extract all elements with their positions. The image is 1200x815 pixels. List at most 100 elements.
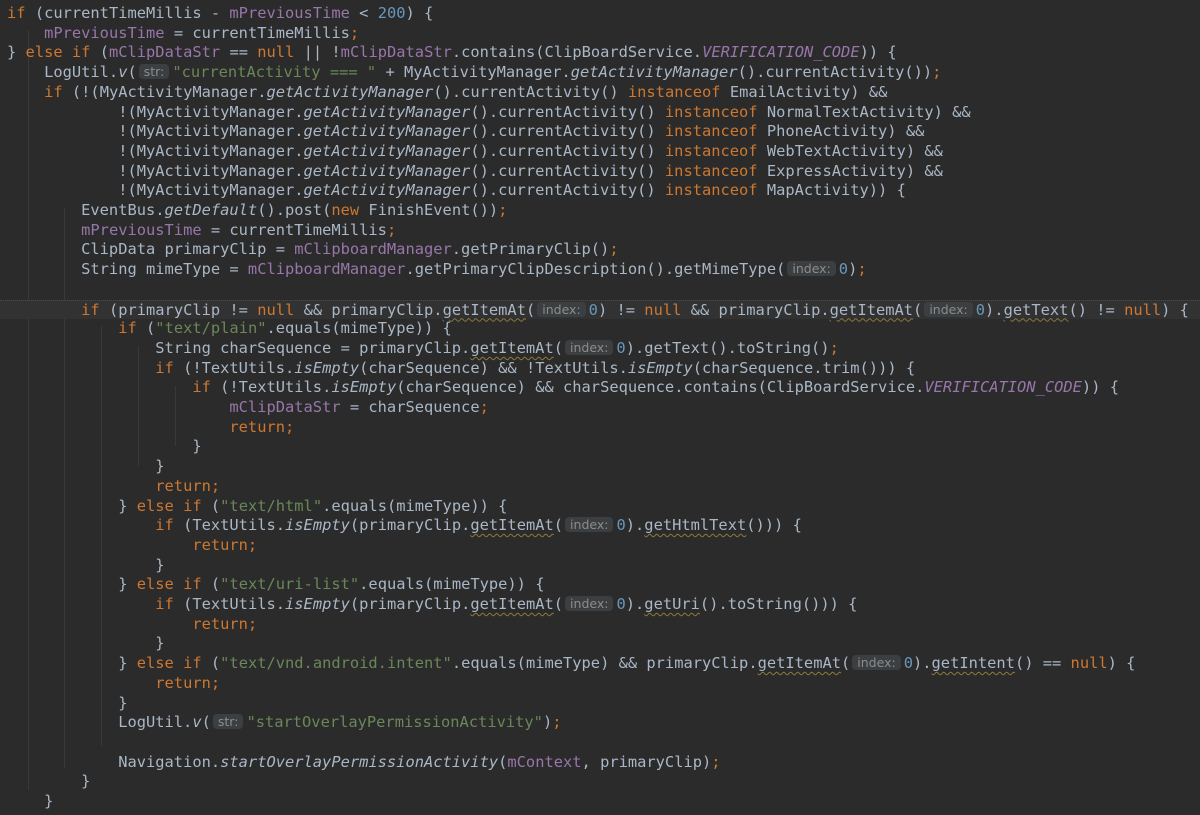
code-line[interactable]: if (TextUtils.isEmpty(primaryClip.getIte…	[7, 516, 802, 536]
code-token: isEmpty	[294, 358, 360, 377]
code-token: }	[7, 457, 165, 476]
code-token: null	[1124, 300, 1162, 319]
code-token: null	[257, 43, 295, 62]
code-token: (primaryClip !=	[99, 300, 258, 319]
code-line[interactable]: } else if ("text/html".equals(mimeType))…	[7, 497, 507, 517]
code-line[interactable]: Navigation.startOverlayPermissionActivit…	[7, 752, 721, 773]
code-token: VERIFICATION_CODE	[924, 378, 1082, 397]
code-token: ;	[932, 63, 942, 82]
code-token: new	[331, 201, 360, 219]
code-token: instanceof	[664, 181, 758, 200]
parameter-hint: index:	[565, 517, 614, 533]
code-token: getItemAt	[470, 338, 554, 357]
code-line[interactable]: LogUtil.v(str: "startOverlayPermissionAct…	[7, 713, 561, 733]
code-token: instanceof	[664, 141, 758, 160]
code-line[interactable]: !(MyActivityManager.getActivityManager()…	[7, 142, 943, 162]
code-token: (	[90, 43, 109, 62]
code-token: (	[525, 300, 536, 319]
code-token: mContext	[507, 752, 582, 771]
code-token: instanceof	[664, 102, 758, 121]
code-line[interactable]: ClipData primaryClip = mClipboardManager…	[7, 240, 618, 260]
code-token: getActivityManager	[303, 161, 471, 180]
code-token: ).	[625, 595, 645, 613]
code-line[interactable]: }	[7, 556, 164, 576]
code-line[interactable]: EventBus.getDefault().post(new FinishEve…	[7, 201, 507, 221]
code-token: getItemAt	[470, 595, 554, 613]
code-token: getIntent	[931, 654, 1015, 673]
code-line[interactable]: return;	[7, 615, 257, 635]
code-token: "text/plain"	[155, 319, 267, 338]
code-line[interactable]: return;	[7, 536, 257, 556]
code-line[interactable]: String mimeType = mClipboardManager.getP…	[7, 260, 867, 280]
code-token: NormalTextActivity) &&	[757, 102, 971, 121]
code-token: mClipDataStr	[340, 43, 452, 62]
code-token: getItemAt	[829, 300, 914, 319]
code-token: }	[7, 772, 91, 791]
code-token: mPreviousTime	[81, 220, 202, 239]
code-line[interactable]: return;	[7, 418, 294, 438]
code-token: (	[127, 63, 137, 82]
code-token: mPreviousTime	[229, 4, 350, 22]
code-line[interactable]: if (!TextUtils.isEmpty(charSequence) && …	[7, 378, 1119, 398]
code-token: isEmpty	[285, 516, 350, 535]
code-token: }	[7, 43, 26, 62]
code-token: ().currentActivity()	[470, 102, 665, 121]
code-line[interactable]: !(MyActivityManager.getActivityManager()…	[7, 122, 924, 142]
code-token: )	[542, 713, 553, 732]
code-token: !(MyActivityManager.	[7, 122, 304, 141]
code-token: ;	[857, 260, 867, 279]
code-token: }	[7, 575, 137, 594]
code-token: (!(MyActivityManager.	[62, 82, 267, 101]
code-line[interactable]: !(MyActivityManager.getActivityManager()…	[7, 181, 906, 201]
code-token: v	[192, 713, 202, 732]
code-line[interactable]: } else if ("text/vnd.android.intent".equ…	[7, 654, 1135, 674]
code-token: = charSequence	[340, 398, 480, 416]
code-line[interactable]: if (currentTimeMillis - mPreviousTime < …	[7, 4, 433, 24]
code-token: ().currentActivity())	[737, 63, 933, 82]
code-token: ;	[711, 752, 721, 771]
code-line[interactable]: return;	[7, 674, 220, 694]
code-line[interactable]: }	[7, 694, 127, 714]
code-token: return;	[192, 535, 258, 554]
code-token: getActivityManager	[303, 102, 471, 121]
code-token: (	[201, 575, 221, 594]
code-editor[interactable]: if (currentTimeMillis - mPreviousTime < …	[0, 0, 1200, 815]
code-line[interactable]: !(MyActivityManager.getActivityManager()…	[7, 103, 971, 123]
code-line[interactable]: if (TextUtils.isEmpty(primaryClip.getIte…	[7, 595, 857, 615]
code-line[interactable]: }	[7, 437, 201, 457]
code-token: "startOverlayPermissionActivity"	[246, 713, 543, 732]
code-token: (charSequence) && charSequence.contains(…	[396, 378, 925, 397]
code-line[interactable]: }	[7, 457, 165, 477]
code-token: ) {	[1161, 300, 1189, 319]
code-token: && primaryClip.	[294, 300, 443, 319]
code-token: ExpressActivity) &&	[757, 161, 943, 180]
code-line[interactable]: if (primaryClip != null && primaryClip.g…	[0, 299, 1200, 320]
code-line[interactable]: } else if ("text/uri-list".equals(mimeTy…	[7, 575, 544, 595]
code-line[interactable]: }	[7, 772, 90, 792]
code-token: LogUtil.	[7, 713, 193, 732]
code-line[interactable]: } else if (mClipDataStr == null || !mCli…	[7, 43, 897, 63]
code-token: ().toString())) {	[699, 595, 858, 613]
code-line[interactable]: mClipDataStr = charSequence;	[7, 398, 488, 418]
code-line[interactable]: String charSequence = primaryClip.getIte…	[7, 339, 839, 359]
code-line[interactable]: }	[7, 792, 53, 812]
code-token: (!TextUtils.	[210, 378, 332, 397]
code-line[interactable]: return;	[7, 477, 220, 497]
code-line[interactable]: mPreviousTime = currentTimeMillis;	[7, 221, 396, 241]
code-token: !(MyActivityManager.	[7, 161, 304, 180]
code-line[interactable]: !(MyActivityManager.getActivityManager()…	[7, 162, 943, 182]
code-line[interactable]: }	[7, 634, 164, 654]
code-line[interactable]: LogUtil.v(str: "currentActivity === " + M…	[7, 63, 941, 83]
code-line[interactable]: mPreviousTime = currentTimeMillis;	[7, 24, 359, 44]
code-token: , primaryClip)	[581, 752, 712, 771]
code-token: MapActivity)) {	[757, 181, 906, 200]
code-token: ())) {	[746, 516, 802, 535]
code-line[interactable]: if (!TextUtils.isEmpty(charSequence) && …	[7, 359, 915, 379]
code-line[interactable]: if ("text/plain".equals(mimeType)) {	[7, 319, 452, 339]
code-line[interactable]: if (!(MyActivityManager.getActivityManag…	[7, 83, 887, 103]
